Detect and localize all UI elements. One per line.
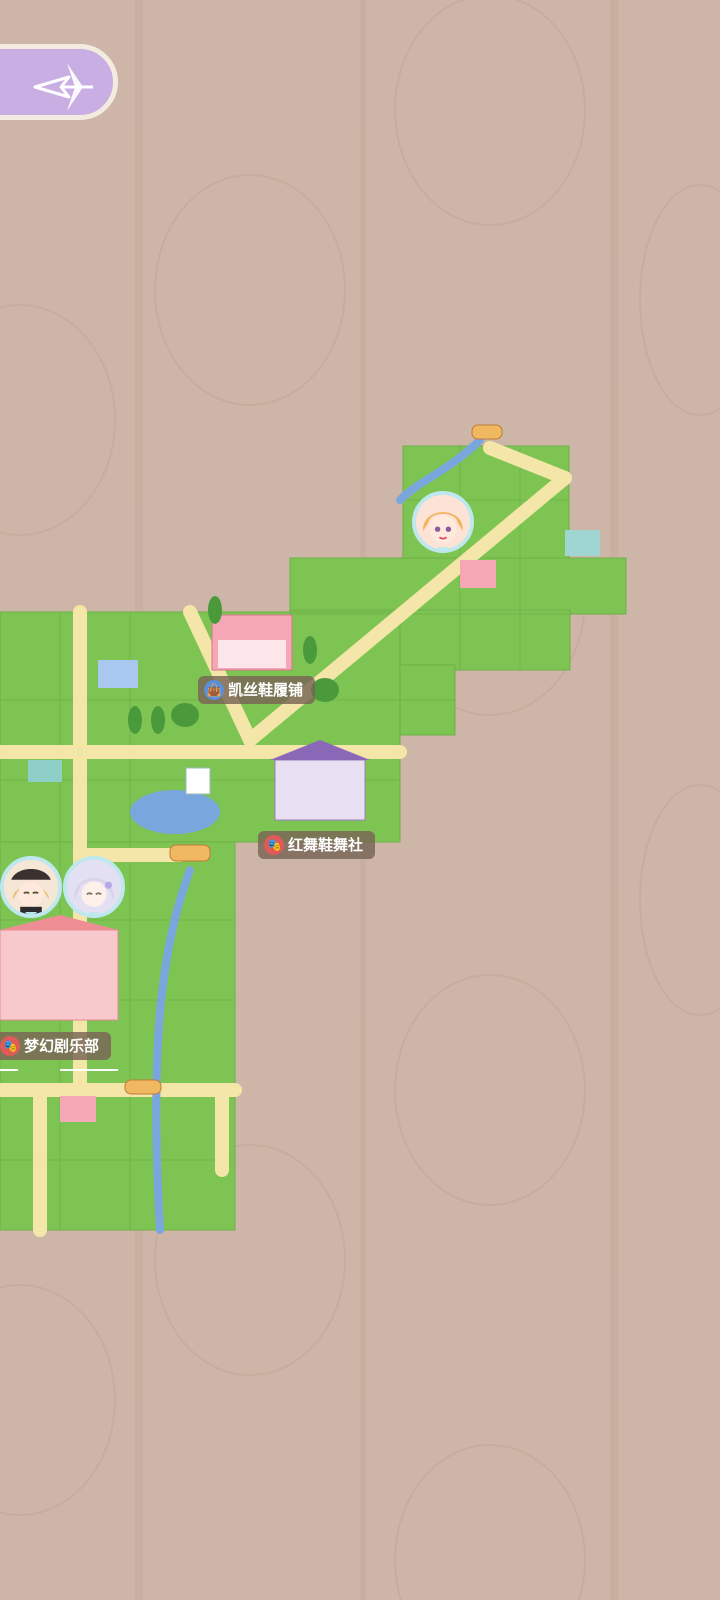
world-map[interactable] — [0, 0, 720, 1600]
location-label-theater[interactable]: 🎭 梦幻剧乐部 — [0, 1032, 112, 1060]
location-label-dance-club[interactable]: 🎭 红舞鞋舞社 — [258, 831, 376, 859]
drama-masks-icon: 🎭 — [264, 835, 284, 855]
compass-arrow-icon — [33, 63, 93, 111]
location-name: 红舞鞋舞社 — [288, 836, 364, 854]
character-avatar-blonde-girl[interactable] — [412, 491, 474, 553]
character-avatar-dark-hat-girl[interactable] — [0, 856, 62, 918]
location-label-shoe-shop[interactable]: 👜 凯丝鞋履铺 — [198, 676, 316, 704]
location-name: 梦幻剧乐部 — [24, 1037, 100, 1055]
theater-icon: 🎭 — [0, 1036, 20, 1056]
character-avatar-silver-hair-girl[interactable] — [63, 856, 125, 918]
character-avatar-icon — [4, 860, 58, 914]
location-name: 凯丝鞋履铺 — [228, 681, 304, 699]
back-button[interactable] — [0, 44, 118, 120]
character-avatar-icon — [416, 495, 470, 549]
shopping-bag-icon: 👜 — [204, 680, 224, 700]
character-avatar-icon — [67, 860, 121, 914]
